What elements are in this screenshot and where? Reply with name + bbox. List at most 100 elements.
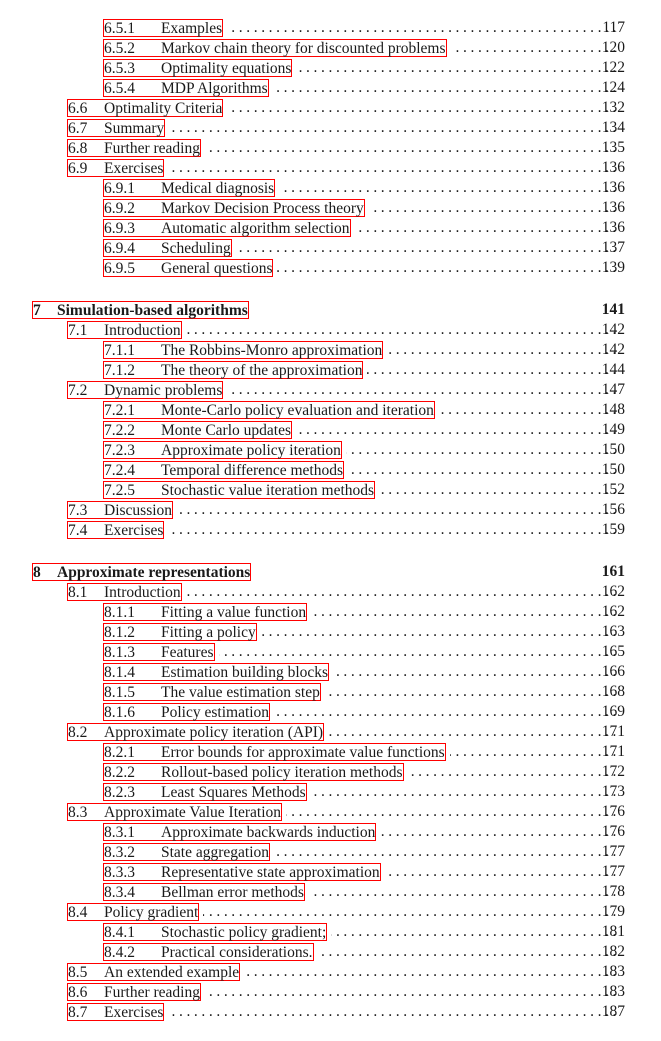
toc-page-number: 183	[601, 983, 625, 1000]
toc-row[interactable]: 7.2 Dynamic problems.....................…	[0, 380, 661, 400]
toc-row[interactable]: 8.1.5 The value estimation step..........…	[0, 682, 661, 702]
toc-row[interactable]: 8.6 Further reading......................…	[0, 982, 661, 1002]
toc-entry-highlight[interactable]: 6.5.1 Examples	[103, 19, 224, 37]
toc-entry-highlight[interactable]: 8.3 Approximate Value Iteration	[67, 803, 283, 821]
toc-entry-highlight[interactable]: 7.2.1 Monte-Carlo policy evaluation and i…	[103, 401, 435, 419]
toc-row[interactable]: 8.1.1 Fitting a value function...........…	[0, 602, 661, 622]
toc-row[interactable]: 6.5.1 Examples...........................…	[0, 18, 661, 38]
toc-row[interactable]: 8.3.3 Representative state approximation.…	[0, 862, 661, 882]
toc-row[interactable]: 7.2.2 Monte Carlo updates................…	[0, 420, 661, 440]
toc-row[interactable]: 7.2.1 Monte-Carlo policy evaluation and i…	[0, 400, 661, 420]
toc-row[interactable]: 8.2 Approximate policy iteration (API)...…	[0, 722, 661, 742]
toc-entry-highlight[interactable]: 7.2.5 Stochastic value iteration methods	[103, 481, 376, 499]
toc-entry-highlight[interactable]: 6.5.3 Optimality equations	[103, 59, 293, 77]
toc-entry-highlight[interactable]: 6.9.4 Scheduling	[103, 239, 232, 257]
toc-row[interactable]: 8.2.2 Rollout-based policy iteration meth…	[0, 762, 661, 782]
toc-entry-highlight[interactable]: 8.4.1 Stochastic policy gradient;	[103, 923, 328, 941]
toc-entry-highlight[interactable]: 6.9.2 Markov Decision Process theory	[103, 199, 365, 217]
toc-entry-highlight[interactable]: 8.1.6 Policy estimation	[103, 703, 271, 721]
toc-row[interactable]: 8.3 Approximate Value Iteration..........…	[0, 802, 661, 822]
toc-entry-highlight[interactable]: 7.1.2 The theory of the approximation	[103, 361, 364, 379]
toc-row[interactable]: 8.3.4 Bellman error methods..............…	[0, 882, 661, 902]
toc-entry-highlight[interactable]: 7 Simulation-based algorithms	[32, 301, 249, 319]
toc-entry-highlight[interactable]: 6.9.5 General questions	[103, 259, 274, 277]
toc-entry-highlight[interactable]: 7.4 Exercises	[67, 521, 165, 539]
toc-row[interactable]: 8.1.6 Policy estimation..................…	[0, 702, 661, 722]
toc-row[interactable]: 7.1.1 The Robbins-Monro approximation....…	[0, 340, 661, 360]
toc-entry-highlight[interactable]: 7.2.4 Temporal difference methods	[103, 461, 344, 479]
toc-entry-highlight[interactable]: 8.4 Policy gradient	[67, 903, 200, 921]
toc-row[interactable]: 6.7 Summary..............................…	[0, 118, 661, 138]
toc-entry-highlight[interactable]: 7.1 Introduction	[67, 321, 182, 339]
toc-entry-highlight[interactable]: 8.1.5 The value estimation step	[103, 683, 321, 701]
toc-entry-highlight[interactable]: 8.3.2 State aggregation	[103, 843, 271, 861]
toc-row[interactable]: 8.1.4 Estimation building blocks.........…	[0, 662, 661, 682]
toc-row[interactable]: 8.5 An extended example..................…	[0, 962, 661, 982]
toc-entry-highlight[interactable]: 8.3.1 Approximate backwards induction	[103, 823, 377, 841]
toc-row[interactable]: 7.2.4 Temporal difference methods........…	[0, 460, 661, 480]
toc-entry-highlight[interactable]: 8.7 Exercises	[67, 1003, 165, 1021]
table-of-contents: 6.5.1 Examples...........................…	[0, 18, 661, 1022]
toc-row[interactable]: 8.1.2 Fitting a policy...................…	[0, 622, 661, 642]
toc-row[interactable]: 6.5.4 MDP Algorithms.....................…	[0, 78, 661, 98]
toc-entry-highlight[interactable]: 8.5 An extended example	[67, 963, 241, 981]
toc-row[interactable]: 8 Approximate representations 161	[0, 562, 661, 582]
toc-entry-highlight[interactable]: 7.2.2 Monte Carlo updates	[103, 421, 293, 439]
toc-row[interactable]: 8.7 Exercises............................…	[0, 1002, 661, 1022]
toc-row[interactable]: 8.1.3 Features...........................…	[0, 642, 661, 662]
toc-entry-highlight[interactable]: 8.2.3 Least Squares Methods	[103, 783, 307, 801]
toc-row[interactable]: 8.4.2 Practical considerations...........…	[0, 942, 661, 962]
toc-entry-highlight[interactable]: 7.3 Discussion	[67, 501, 174, 519]
toc-row[interactable]: 6.8 Further reading......................…	[0, 138, 661, 158]
toc-row[interactable]: 7.1 Introduction.........................…	[0, 320, 661, 340]
toc-row[interactable]: 6.5.3 Optimality equations...............…	[0, 58, 661, 78]
toc-entry-highlight[interactable]: 8.1.1 Fitting a value function	[103, 603, 308, 621]
toc-entry-highlight[interactable]: 6.9.3 Automatic algorithm selection	[103, 219, 351, 237]
toc-row[interactable]: 7.1.2 The theory of the approximation....…	[0, 360, 661, 380]
toc-entry-highlight[interactable]: 8.2 Approximate policy iteration (API)	[67, 723, 325, 741]
toc-entry-highlight[interactable]: 8.1 Introduction	[67, 583, 182, 601]
toc-row[interactable]: 7 Simulation-based algorithms 141	[0, 300, 661, 320]
toc-entry-highlight[interactable]: 8.4.2 Practical considerations.	[103, 943, 314, 961]
toc-entry-highlight[interactable]: 6.5.4 MDP Algorithms	[103, 79, 269, 97]
toc-row[interactable]: 7.3 Discussion...........................…	[0, 500, 661, 520]
toc-row[interactable]: 8.1 Introduction.........................…	[0, 582, 661, 602]
toc-row[interactable]: 8.4.1 Stochastic policy gradient;........…	[0, 922, 661, 942]
toc-row[interactable]: 6.9.2 Markov Decision Process theory.....…	[0, 198, 661, 218]
toc-entry-highlight[interactable]: 8.3.3 Representative state approximation	[103, 863, 381, 881]
toc-entry-highlight[interactable]: 6.9.1 Medical diagnosis	[103, 179, 276, 197]
toc-row[interactable]: 6.5.2 Markov chain theory for discounted …	[0, 38, 661, 58]
toc-row[interactable]: 6.9.4 Scheduling.........................…	[0, 238, 661, 258]
toc-row[interactable]: 7.4 Exercises............................…	[0, 520, 661, 540]
toc-entry-highlight[interactable]: 6.5.2 Markov chain theory for discounted …	[103, 39, 447, 57]
toc-entry-highlight[interactable]: 6.7 Summary	[67, 119, 166, 137]
toc-entry-highlight[interactable]: 6.9 Exercises	[67, 159, 165, 177]
toc-entry-highlight[interactable]: 8.1.2 Fitting a policy	[103, 623, 257, 641]
toc-row[interactable]: 6.9 Exercises............................…	[0, 158, 661, 178]
toc-entry-highlight[interactable]: 6.8 Further reading	[67, 139, 201, 157]
toc-row[interactable]: 8.3.2 State aggregation..................…	[0, 842, 661, 862]
toc-row[interactable]: 6.9.5 General questions..................…	[0, 258, 661, 278]
toc-entry-highlight[interactable]: 8.6 Further reading	[67, 983, 201, 1001]
toc-row[interactable]: 6.6 Optimality Criteria..................…	[0, 98, 661, 118]
toc-entry-highlight[interactable]: 8 Approximate representations	[32, 563, 252, 581]
toc-row[interactable]: 8.2.3 Least Squares Methods..............…	[0, 782, 661, 802]
toc-row[interactable]: 6.9.1 Medical diagnosis..................…	[0, 178, 661, 198]
toc-entry-title: Representative state approximation	[161, 864, 380, 881]
toc-row[interactable]: 8.4 Policy gradient......................…	[0, 902, 661, 922]
toc-row[interactable]: 7.2.3 Approximate policy iteration.......…	[0, 440, 661, 460]
toc-entry-highlight[interactable]: 6.6 Optimality Criteria	[67, 99, 224, 117]
toc-row[interactable]: 6.9.3 Automatic algorithm selection......…	[0, 218, 661, 238]
toc-entry-highlight[interactable]: 8.1.4 Estimation building blocks	[103, 663, 330, 681]
toc-row[interactable]: 8.3.1 Approximate backwards induction....…	[0, 822, 661, 842]
toc-entry-highlight[interactable]: 8.1.3 Features	[103, 643, 215, 661]
toc-entry-highlight[interactable]: 8.2.1 Error bounds for approximate value …	[103, 743, 446, 761]
toc-entry-highlight[interactable]: 8.3.4 Bellman error methods	[103, 883, 305, 901]
toc-entry-highlight[interactable]: 7.2 Dynamic problems	[67, 381, 224, 399]
toc-entry-highlight[interactable]: 7.2.3 Approximate policy iteration	[103, 441, 342, 459]
toc-entry-highlight[interactable]: 8.2.2 Rollout-based policy iteration meth…	[103, 763, 404, 781]
toc-row[interactable]: 7.2.5 Stochastic value iteration methods.…	[0, 480, 661, 500]
toc-entry-highlight[interactable]: 7.1.1 The Robbins-Monro approximation	[103, 341, 384, 359]
toc-row[interactable]: 8.2.1 Error bounds for approximate value …	[0, 742, 661, 762]
toc-page-number: 142	[601, 341, 625, 358]
